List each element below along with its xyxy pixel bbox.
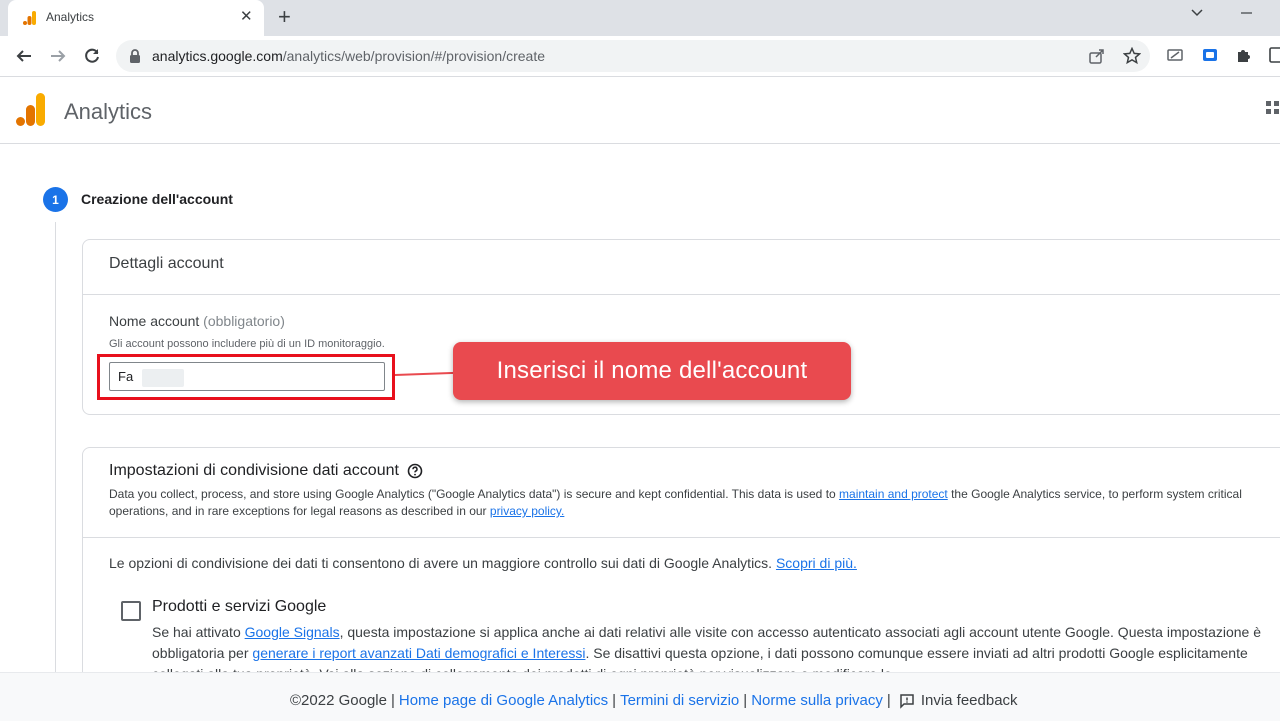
footer-links: ©2022 Google | Home page di Google Analy… <box>290 692 1018 709</box>
reload-icon[interactable] <box>80 44 104 68</box>
send-feedback-link[interactable]: Invia feedback <box>921 692 1018 709</box>
highlight-box <box>97 354 395 400</box>
side-panel-icon[interactable] <box>1268 46 1280 64</box>
google-signals-link[interactable]: Google Signals <box>245 624 340 640</box>
demographics-reports-link[interactable]: generare i report avanzati Dati demograf… <box>252 645 585 661</box>
account-details-header: Dettagli account <box>83 240 1280 295</box>
app-header: Analytics <box>0 77 1280 144</box>
analytics-favicon-icon <box>23 11 36 25</box>
lock-icon <box>130 49 140 63</box>
privacy-policy-link[interactable]: privacy policy. <box>490 504 564 518</box>
data-sharing-description: Data you collect, process, and store usi… <box>109 487 1242 518</box>
tab-search-icon[interactable] <box>1190 6 1204 25</box>
google-products-title: Prodotti e servizi Google <box>152 598 327 615</box>
google-products-checkbox[interactable] <box>121 601 141 621</box>
stepper-line <box>55 222 56 682</box>
step-number-badge: 1 <box>43 187 68 212</box>
apps-grid-icon[interactable] <box>1266 101 1280 119</box>
browser-tabbar: Analytics ✕ + <box>0 0 1280 36</box>
browser-tab[interactable]: Analytics ✕ <box>8 0 264 36</box>
step-title: Creazione dell'account <box>81 191 233 207</box>
account-details-title: Dettagli account <box>109 255 224 272</box>
copyright-text: ©2022 Google <box>290 692 387 709</box>
back-icon[interactable] <box>12 44 36 68</box>
card-divider <box>83 537 1280 538</box>
analytics-home-link[interactable]: Home page di Google Analytics <box>399 692 608 709</box>
extensions-puzzle-icon[interactable] <box>1235 46 1253 64</box>
learn-more-link[interactable]: Scopri di più. <box>776 555 857 571</box>
privacy-link[interactable]: Norme sulla privacy <box>751 692 883 709</box>
account-name-help: Gli account possono includere più di un … <box>109 338 385 350</box>
data-sharing-title: Impostazioni di condivisione dati accoun… <box>109 462 423 480</box>
account-name-label: Nome account (obbligatorio) <box>109 313 285 329</box>
maintain-protect-link[interactable]: maintain and protect <box>839 487 948 501</box>
google-analytics-logo-icon[interactable] <box>16 93 46 127</box>
sharing-options-text: Le opzioni di condivisione dei dati ti c… <box>109 555 857 571</box>
page-footer: ©2022 Google | Home page di Google Analy… <box>0 672 1280 721</box>
new-tab-icon[interactable]: + <box>278 6 291 28</box>
tab-title: Analytics <box>46 10 95 24</box>
terms-link[interactable]: Termini di servizio <box>620 692 739 709</box>
extension-pen-icon[interactable] <box>1166 46 1184 64</box>
forward-icon[interactable] <box>46 44 70 68</box>
url-text: analytics.google.com/analytics/web/provi… <box>152 48 545 64</box>
address-bar[interactable]: analytics.google.com/analytics/web/provi… <box>116 40 1150 72</box>
help-icon[interactable] <box>407 463 423 479</box>
feedback-icon[interactable] <box>899 693 915 709</box>
share-icon[interactable] <box>1088 47 1106 65</box>
bookmark-star-icon[interactable] <box>1123 47 1141 65</box>
close-tab-icon[interactable]: ✕ <box>240 8 253 26</box>
browser-toolbar: analytics.google.com/analytics/web/provi… <box>0 36 1280 77</box>
instruction-callout: Inserisci il nome dell'account <box>453 342 851 400</box>
minimize-icon[interactable] <box>1240 6 1254 25</box>
data-sharing-card: Impostazioni di condivisione dati accoun… <box>82 447 1280 689</box>
app-title: Analytics <box>64 99 153 124</box>
extension-translate-icon[interactable] <box>1201 46 1219 64</box>
